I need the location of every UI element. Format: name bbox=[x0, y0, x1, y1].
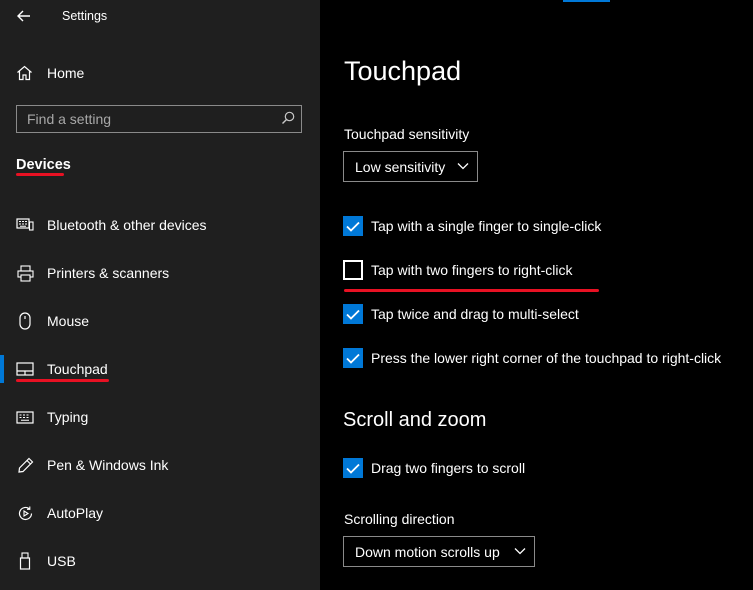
sidebar: Settings Home Devices Bluetooth & other … bbox=[0, 0, 320, 590]
checkbox-label: Tap twice and drag to multi-select bbox=[371, 306, 579, 322]
checkbox-checked[interactable] bbox=[343, 216, 363, 236]
checkbox-unchecked[interactable] bbox=[343, 260, 363, 280]
checkbox-label: Tap with two fingers to right-click bbox=[371, 262, 573, 278]
checkmark-icon bbox=[346, 353, 360, 364]
sidebar-item-label: AutoPlay bbox=[47, 505, 104, 521]
sidebar-item-label: Pen & Windows Ink bbox=[47, 457, 169, 473]
sidebar-item-printers[interactable]: Printers & scanners bbox=[0, 253, 320, 293]
home-label: Home bbox=[47, 65, 85, 81]
sidebar-item-usb[interactable]: USB bbox=[0, 541, 320, 581]
sidebar-item-label: Bluetooth & other devices bbox=[47, 217, 207, 233]
scroll-direction-value: Down motion scrolls up bbox=[355, 543, 500, 560]
pen-icon bbox=[16, 456, 34, 474]
search-icon[interactable] bbox=[281, 111, 295, 125]
usb-icon bbox=[16, 552, 34, 570]
scroll-zoom-heading: Scroll and zoom bbox=[343, 409, 487, 431]
checkbox-single-finger-tap[interactable]: Tap with a single finger to single-click bbox=[343, 215, 601, 237]
sidebar-item-label: Mouse bbox=[47, 313, 90, 329]
chevron-down-icon bbox=[514, 548, 526, 555]
bluetooth-devices-icon bbox=[16, 216, 34, 234]
checkbox-drag-two-fingers[interactable]: Drag two fingers to scroll bbox=[343, 457, 525, 479]
sidebar-item-touchpad[interactable]: Touchpad bbox=[0, 349, 320, 389]
checkmark-icon bbox=[346, 221, 360, 232]
checkbox-tap-twice-drag[interactable]: Tap twice and drag to multi-select bbox=[343, 303, 579, 325]
checkbox-label: Press the lower right corner of the touc… bbox=[371, 350, 722, 366]
annotation-underline-two-finger bbox=[344, 289, 599, 292]
checkbox-label: Drag two fingers to scroll bbox=[371, 460, 526, 476]
checkbox-lower-right-corner[interactable]: Press the lower right corner of the touc… bbox=[343, 347, 721, 369]
mouse-icon bbox=[16, 312, 34, 330]
autoplay-icon bbox=[16, 504, 34, 522]
back-arrow-icon bbox=[17, 10, 30, 22]
app-title: Settings bbox=[62, 9, 108, 23]
search-box[interactable] bbox=[16, 105, 302, 133]
back-button[interactable] bbox=[10, 4, 38, 28]
section-heading: Devices bbox=[16, 157, 71, 173]
sensitivity-label: Touchpad sensitivity bbox=[344, 126, 470, 142]
checkbox-two-finger-tap[interactable]: Tap with two fingers to right-click bbox=[343, 259, 573, 281]
sidebar-item-typing[interactable]: Typing bbox=[0, 397, 320, 437]
printer-icon bbox=[16, 264, 34, 282]
checkbox-label: Tap with a single finger to single-click bbox=[371, 218, 602, 234]
checkmark-icon bbox=[346, 463, 360, 474]
home-icon bbox=[17, 65, 32, 81]
sidebar-item-label: Typing bbox=[47, 409, 89, 425]
sidebar-item-label: Touchpad bbox=[47, 361, 108, 377]
touchpad-icon bbox=[16, 360, 34, 378]
chevron-down-icon bbox=[457, 163, 469, 170]
checkbox-checked[interactable] bbox=[343, 304, 363, 324]
annotation-underline-touchpad bbox=[16, 379, 109, 382]
sensitivity-dropdown[interactable]: Low sensitivity bbox=[343, 151, 478, 182]
sidebar-item-autoplay[interactable]: AutoPlay bbox=[0, 493, 320, 533]
sensitivity-value: Low sensitivity bbox=[355, 158, 446, 175]
sidebar-item-pen[interactable]: Pen & Windows Ink bbox=[0, 445, 320, 485]
annotation-underline-devices bbox=[16, 173, 64, 176]
accent-strip bbox=[563, 0, 610, 2]
checkmark-icon bbox=[346, 309, 360, 320]
page-title: Touchpad bbox=[344, 56, 462, 86]
sidebar-item-mouse[interactable]: Mouse bbox=[0, 301, 320, 341]
home-button[interactable]: Home bbox=[16, 62, 84, 84]
scroll-direction-dropdown[interactable]: Down motion scrolls up bbox=[343, 536, 535, 567]
checkbox-checked[interactable] bbox=[343, 458, 363, 478]
sidebar-item-label: Printers & scanners bbox=[47, 265, 170, 281]
sidebar-item-label: USB bbox=[47, 553, 76, 569]
scroll-direction-label: Scrolling direction bbox=[344, 511, 455, 527]
checkbox-checked[interactable] bbox=[343, 348, 363, 368]
keyboard-icon bbox=[16, 408, 34, 426]
main-content: Touchpad Touchpad sensitivity Low sensit… bbox=[320, 0, 753, 590]
sidebar-item-bluetooth[interactable]: Bluetooth & other devices bbox=[0, 205, 320, 245]
search-input[interactable] bbox=[27, 106, 277, 131]
